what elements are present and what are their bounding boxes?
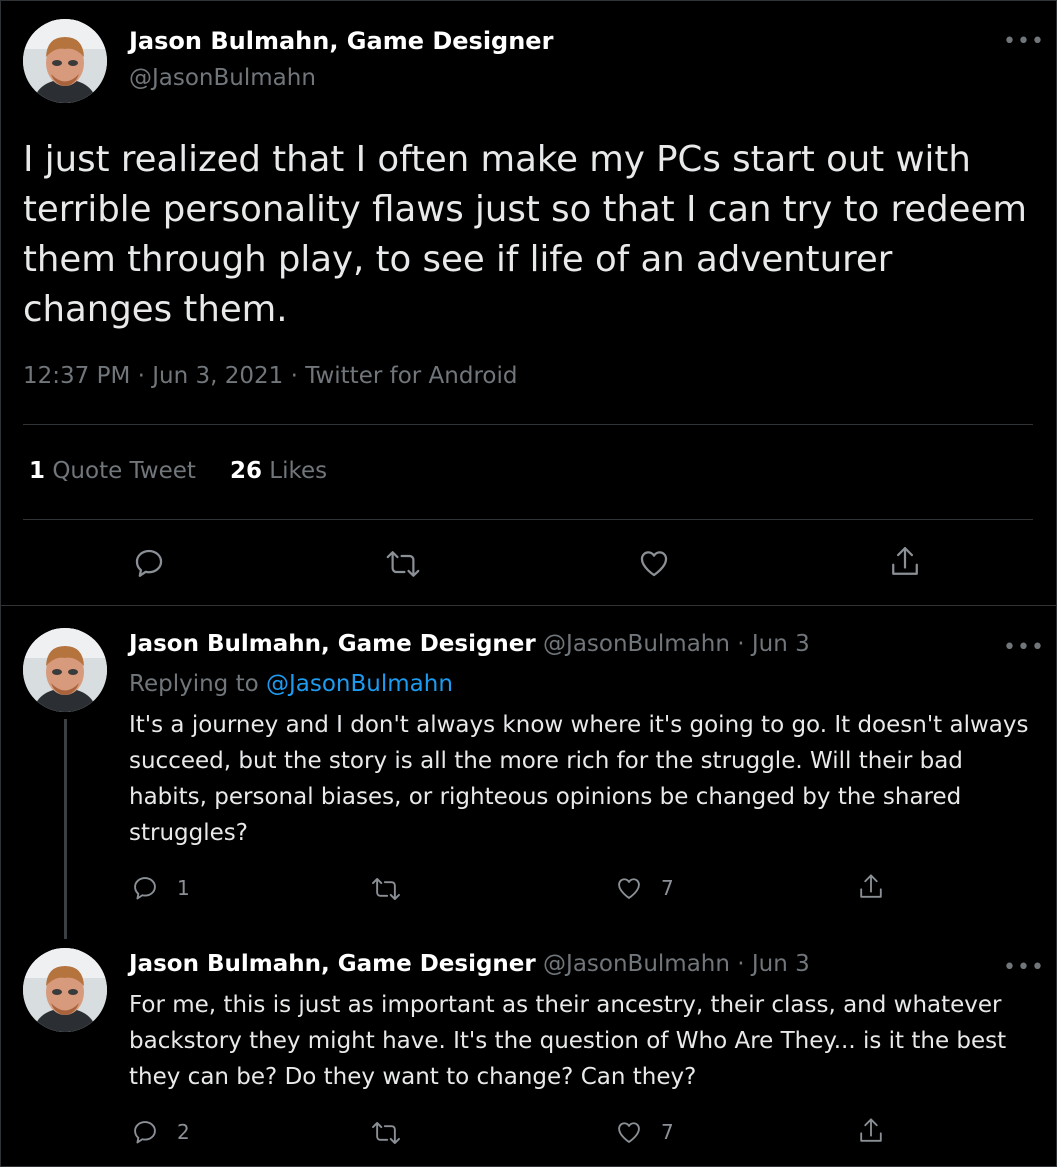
reply-icon (135, 549, 163, 577)
like-button[interactable]: 7 (615, 874, 674, 902)
like-icon (618, 878, 640, 899)
tweet-thread: Jason Bulmahn, Game Designer @JasonBulma… (0, 0, 1057, 1167)
divider (1, 605, 1057, 606)
quote-count: 1 (29, 458, 46, 484)
tweet-stats: 1 Quote Tweet 26 Likes (29, 458, 327, 484)
reply-header: Jason Bulmahn, Game Designer @JasonBulma… (129, 951, 810, 977)
retweet-icon (386, 551, 420, 577)
avatar[interactable] (23, 19, 107, 103)
reply-count: 2 (177, 1120, 190, 1144)
more-icon[interactable]: ••• (1003, 955, 1045, 980)
retweet-icon (372, 878, 400, 900)
more-icon[interactable]: ••• (1003, 29, 1045, 54)
share-icon (860, 874, 882, 898)
reply-icon (134, 877, 156, 900)
retweet-button[interactable] (370, 876, 402, 902)
retweet-button[interactable] (370, 1120, 402, 1146)
like-count: 7 (661, 876, 674, 900)
like-button[interactable] (637, 546, 671, 580)
quote-label: Quote Tweet (52, 458, 196, 484)
tweet-meta[interactable]: 12:37 PM · Jun 3, 2021 · Twitter for And… (23, 363, 517, 389)
author-name[interactable]: Jason Bulmahn, Game Designer (129, 631, 536, 657)
replying-handle-link[interactable]: @JasonBulmahn (266, 671, 453, 697)
replying-to: Replying to @JasonBulmahn (129, 671, 453, 697)
divider (23, 424, 1033, 425)
reply-date[interactable]: · Jun 3 (737, 951, 810, 977)
replying-prefix: Replying to (129, 671, 259, 697)
retweet-button[interactable] (385, 548, 421, 580)
reply-button[interactable]: 1 (131, 874, 190, 902)
author-handle[interactable]: @JasonBulmahn (129, 65, 316, 91)
likes-stat[interactable]: 26 Likes (230, 458, 327, 484)
divider (23, 519, 1033, 520)
reply-text: It's a journey and I don't always know w… (129, 712, 1029, 846)
reply-button[interactable] (132, 546, 166, 580)
likes-label: Likes (269, 458, 328, 484)
reply-text: For me, this is just as important as the… (129, 992, 1007, 1090)
like-button[interactable]: 7 (615, 1118, 674, 1146)
quote-tweets-stat[interactable]: 1 Quote Tweet (29, 458, 196, 484)
reply-date[interactable]: · Jun 3 (737, 631, 810, 657)
thread-line (64, 719, 67, 939)
tweet-text: I just realized that I often make my PCs… (23, 139, 1027, 330)
share-button[interactable] (857, 872, 885, 902)
avatar[interactable] (23, 948, 107, 1032)
like-icon (618, 1122, 640, 1143)
author-name[interactable]: Jason Bulmahn, Game Designer (129, 27, 553, 55)
reply-header: Jason Bulmahn, Game Designer @JasonBulma… (129, 631, 810, 657)
like-count: 26 (229, 458, 262, 484)
reply-button[interactable]: 2 (131, 1118, 190, 1146)
author-handle[interactable]: @JasonBulmahn (543, 951, 730, 977)
more-icon[interactable]: ••• (1003, 635, 1045, 660)
share-button[interactable] (857, 1116, 885, 1146)
avatar[interactable] (23, 628, 107, 712)
author-name[interactable]: Jason Bulmahn, Game Designer (129, 951, 536, 977)
retweet-icon (372, 1122, 400, 1144)
author-handle[interactable]: @JasonBulmahn (543, 631, 730, 657)
share-icon (892, 547, 918, 575)
share-icon (860, 1118, 882, 1142)
like-icon (640, 551, 668, 577)
share-button[interactable] (888, 544, 922, 580)
reply-icon (134, 1121, 156, 1144)
reply-count: 1 (177, 876, 190, 900)
like-count: 7 (661, 1120, 674, 1144)
